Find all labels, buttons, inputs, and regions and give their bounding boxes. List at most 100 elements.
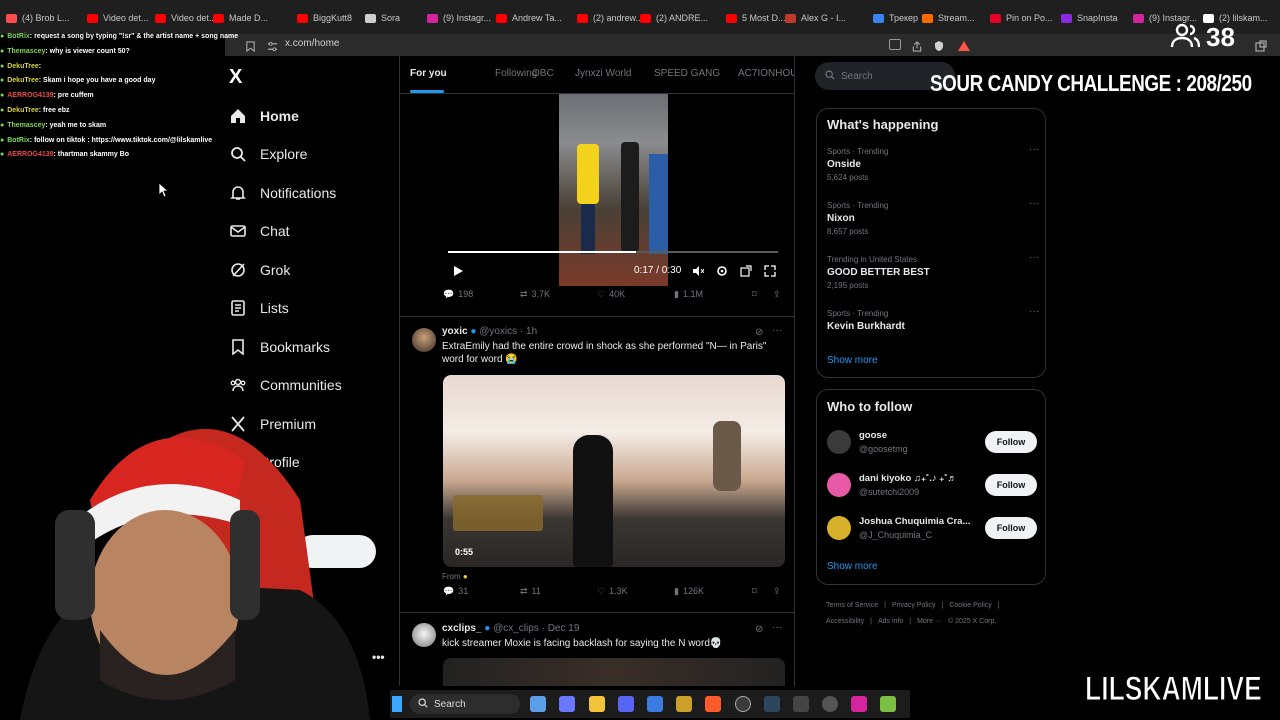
avatar[interactable] — [827, 473, 851, 497]
store-icon[interactable] — [647, 696, 663, 712]
browser-tab[interactable]: BiggKutt8 — [297, 8, 352, 28]
share-icon[interactable] — [911, 39, 923, 52]
chat-username[interactable]: BotRix — [7, 137, 30, 144]
reply-button[interactable]: 💬 31 — [443, 586, 468, 597]
grok-tweet-icon[interactable]: ⊘ — [755, 624, 763, 635]
site-settings-icon[interactable] — [267, 39, 279, 52]
taskbar-search[interactable]: Search — [410, 694, 520, 714]
footer-link[interactable]: More ··· — [917, 618, 942, 625]
tweet-video[interactable] — [443, 658, 785, 686]
browser-tab[interactable]: Video det... — [155, 8, 216, 28]
tweet-video[interactable]: 0:55 — [443, 375, 785, 567]
browser-tab[interactable]: Трекер — [873, 8, 918, 28]
follow-suggestion[interactable]: dani kiyoko ♫₊˚.♪ ₊˚♬ @sutetchi2009 Follow — [827, 473, 1039, 503]
like-button[interactable]: ♡ 40K — [597, 289, 625, 300]
views-button[interactable]: ▮ 126K — [674, 586, 704, 597]
sidebar-item-home[interactable]: Home — [229, 102, 299, 130]
tweet-time[interactable]: · Dec 19 — [542, 623, 580, 634]
folder-icon[interactable] — [589, 696, 605, 712]
feed-tab[interactable]: OBC — [532, 68, 554, 79]
discord-icon[interactable] — [618, 696, 634, 712]
browser-tab[interactable]: (2) andrew... — [577, 8, 643, 28]
sidebar-item-notifications[interactable]: Notifications — [229, 179, 336, 207]
sidebar-item-explore[interactable]: Explore — [229, 140, 307, 168]
follow-button[interactable]: Follow — [985, 431, 1037, 453]
browser-tab[interactable]: (2) ANDRE... — [640, 8, 708, 28]
footer-link[interactable]: Terms of Service — [826, 602, 878, 609]
follow-suggestion[interactable]: Joshua Chuquimia Cra... @J_Chuquimia_C Fol… — [827, 516, 1039, 546]
obs-icon[interactable] — [735, 696, 751, 712]
shield-icon[interactable] — [933, 39, 945, 51]
footer-link[interactable]: © 2025 X Corp. — [948, 618, 996, 625]
repost-button[interactable]: ⇄ 11 — [520, 586, 541, 597]
trend-item[interactable]: Trending in United States GOOD BETTER BES… — [827, 252, 1039, 290]
windows-start-icon[interactable] — [392, 696, 402, 712]
video-progress-track[interactable] — [448, 251, 778, 253]
trend-item[interactable]: Sports · Trending Onside 5,624 posts ··· — [827, 144, 1039, 182]
show-more-link[interactable]: Show more — [827, 355, 878, 366]
avatar[interactable] — [827, 516, 851, 540]
sidebar-item-chat[interactable]: Chat — [229, 217, 290, 245]
browser-tab[interactable]: (9) Instagr... — [427, 8, 491, 28]
bookmark-tweet-icon[interactable]: ⌑ — [752, 586, 757, 597]
browser-tab[interactable]: Sora — [365, 8, 400, 28]
app-icon[interactable] — [793, 696, 809, 712]
trend-item[interactable]: Sports · Trending Nixon 8,657 posts ··· — [827, 198, 1039, 236]
avatar[interactable] — [412, 623, 436, 647]
browser-tab[interactable]: Andrew Ta... — [496, 8, 562, 28]
feed-tab[interactable]: AC7IONHOU — [738, 68, 794, 79]
author-name[interactable]: yoxic — [442, 326, 468, 337]
edge-icon[interactable] — [559, 696, 575, 712]
author-handle[interactable]: @yoxics — [479, 326, 517, 337]
tweet-more-icon[interactable]: ··· — [772, 622, 782, 633]
browser-tab[interactable]: 5 Most D... — [726, 8, 786, 28]
footer-link[interactable]: Accessibility — [826, 618, 864, 625]
instagram-icon[interactable] — [851, 696, 867, 712]
tweet-time[interactable]: · 1h — [520, 326, 537, 337]
share-tweet-icon[interactable]: ⇪ — [773, 586, 781, 597]
avatar[interactable] — [412, 328, 436, 352]
shield-app-icon[interactable] — [676, 696, 692, 712]
follow-button[interactable]: Follow — [985, 474, 1037, 496]
follow-button[interactable]: Follow — [985, 517, 1037, 539]
footer-link[interactable]: Cookie Policy — [949, 602, 991, 609]
browser-tab[interactable]: Pin on Po... — [990, 8, 1053, 28]
screen-icon[interactable] — [889, 39, 901, 50]
brave-icon[interactable] — [705, 696, 721, 712]
views-button[interactable]: ▮ 1.1M — [674, 289, 703, 300]
sidebar-item-bookmarks[interactable]: Bookmarks — [229, 333, 330, 361]
trend-more-icon[interactable]: ··· — [1029, 198, 1039, 209]
address-url[interactable]: x.com/home — [285, 38, 339, 49]
browser-tab[interactable]: Stream... — [922, 8, 975, 28]
feed-tab[interactable]: For you — [410, 68, 447, 79]
grok-tweet-icon[interactable]: ⊘ — [755, 327, 763, 338]
browser-tab[interactable]: Made D... — [213, 8, 268, 28]
trend-item[interactable]: Sports · Trending Kevin Burkhardt ··· — [827, 306, 1039, 332]
chat-username[interactable]: DekuTree — [7, 107, 39, 114]
bookmark-tweet-icon[interactable]: ⌑ — [752, 289, 757, 300]
share-tweet-icon[interactable]: ⇪ — [773, 289, 781, 300]
chat-username[interactable]: Themascey — [7, 48, 45, 55]
chat-username[interactable]: DekuTree — [7, 63, 39, 70]
browser-tab[interactable]: (4) Brob L... — [6, 8, 70, 28]
brave-rewards-icon[interactable] — [957, 39, 970, 51]
x-logo[interactable]: X — [229, 66, 242, 89]
reply-button[interactable]: 💬 198 — [443, 289, 473, 300]
browser-tab[interactable]: Alex G - I... — [785, 8, 846, 28]
repost-button[interactable]: ⇄ 3.7K — [520, 289, 550, 300]
settings-gear-icon[interactable] — [716, 264, 728, 282]
chat-username[interactable]: DekuTree — [7, 77, 39, 84]
chat-username[interactable]: Themascey — [7, 122, 45, 129]
trend-more-icon[interactable]: ··· — [1029, 144, 1039, 155]
sidebar-item-lists[interactable]: Lists — [229, 294, 289, 322]
feed-tab[interactable]: Following — [495, 68, 537, 79]
fullscreen-icon[interactable] — [764, 264, 776, 282]
show-more-link[interactable]: Show more — [827, 561, 878, 572]
footer-link[interactable]: Ads info — [878, 618, 903, 625]
app-icon[interactable] — [880, 696, 896, 712]
extensions-icon[interactable] — [1255, 39, 1267, 52]
play-icon[interactable] — [452, 264, 464, 282]
author-name[interactable]: cxclips_ — [442, 623, 481, 634]
trend-more-icon[interactable]: ··· — [1029, 252, 1039, 263]
feed-tab[interactable]: SPEED GANG — [654, 68, 720, 79]
